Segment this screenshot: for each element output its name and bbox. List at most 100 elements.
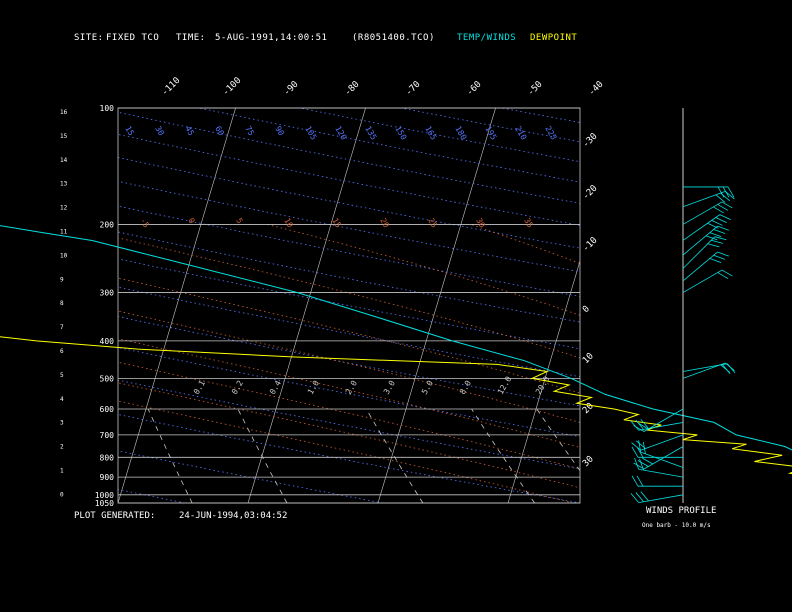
isobar-label: 100	[100, 104, 115, 113]
isotherm-line	[118, 108, 236, 503]
height-km-tick: 12	[60, 205, 68, 212]
wind-barb	[719, 214, 731, 221]
wind-barb	[721, 269, 733, 277]
height-km-tick: 10	[60, 252, 68, 259]
height-km-tick: 0	[60, 491, 64, 498]
dry-adiabat-label: 105	[303, 125, 318, 142]
wind-barb	[715, 217, 727, 223]
wind-barb	[717, 251, 729, 257]
mixing-ratio-line	[237, 408, 288, 503]
mixing-ratio-label: 2.0	[344, 379, 359, 396]
moist-adiabat-line	[118, 277, 580, 394]
moist-adiabat-line	[118, 310, 580, 423]
plot-frame	[117, 107, 581, 504]
dry-adiabat-line	[299, 108, 580, 163]
height-km-tick: 1	[60, 468, 64, 475]
height-km-tick: 14	[60, 157, 68, 164]
mixing-ratio-label: 20.0	[534, 375, 552, 396]
dry-adiabat-line	[118, 347, 580, 438]
wind-barb	[705, 235, 718, 241]
wind-barb	[711, 239, 723, 244]
height-km-tick: 7	[60, 324, 64, 331]
wind-shaft	[682, 269, 723, 293]
dry-adiabat-line	[603, 108, 792, 503]
dry-adiabat-label: 60	[213, 125, 226, 138]
wind-barb	[709, 258, 722, 263]
isotherm-line	[0, 108, 106, 503]
mixing-ratio-line	[706, 409, 784, 503]
wind-barb	[717, 225, 729, 231]
dry-adiabat-line	[118, 258, 580, 350]
dry-adiabat-label: 225	[543, 125, 558, 142]
height-km-tick: 2	[60, 444, 64, 451]
dry-adiabat-line	[118, 205, 580, 297]
dry-adiabat-label: 45	[183, 125, 196, 138]
dry-adiabat-line	[118, 157, 580, 249]
height-km-tick: 3	[60, 420, 64, 427]
dry-adiabat-label: 75	[243, 125, 256, 138]
mixing-ratio-line	[64, 409, 104, 503]
isotherm-label: -110	[160, 76, 182, 98]
mixing-ratio-label: 0.2	[230, 379, 245, 396]
height-km-tick: 11	[60, 229, 68, 236]
isobar-label: 900	[100, 473, 115, 482]
dry-adiabat-line	[118, 316, 580, 407]
height-km-tick: 5	[60, 372, 64, 379]
wind-barb	[631, 446, 639, 458]
isobar-label: 500	[100, 374, 115, 383]
mixing-ratio-line	[536, 408, 580, 472]
isobar-label: 1050	[95, 499, 114, 508]
moist-adiabat-label: 35	[522, 217, 535, 230]
isobar-label: 800	[100, 453, 115, 462]
wind-shaft	[682, 201, 723, 225]
dry-adiabat-line	[704, 108, 792, 503]
dry-adiabat-line	[198, 108, 580, 183]
moist-adiabat-line	[470, 224, 580, 264]
isotherm-label: -10	[581, 236, 600, 255]
wind-shaft	[638, 468, 684, 478]
wind-barb	[631, 475, 639, 487]
dry-adiabat-line	[118, 286, 580, 378]
moist-adiabat-label: 10	[282, 217, 295, 230]
moist-adiabat-line	[267, 224, 580, 316]
isotherm-label: -50	[526, 80, 545, 99]
isotherm-label: 10	[581, 351, 596, 366]
height-km-tick: 8	[60, 300, 64, 307]
mixing-ratio-label: 0.1	[192, 379, 207, 396]
wind-barb	[709, 232, 722, 238]
isobar-label: 300	[100, 289, 115, 298]
dry-adiabat-line	[118, 414, 580, 503]
mixing-ratio-line	[471, 408, 535, 503]
mixing-ratio-label: 1.0	[306, 379, 321, 396]
isotherm-label: -60	[465, 80, 484, 99]
dry-adiabat-line	[118, 111, 580, 204]
moist-adiabat-label: 30	[474, 217, 487, 230]
height-km-tick: 16	[60, 109, 68, 116]
moist-adiabat-label: 15	[330, 217, 343, 230]
temperature-profile-line	[0, 225, 792, 451]
isotherm-label: 30	[581, 454, 596, 469]
dry-adiabat-label: 30	[153, 125, 166, 138]
dry-adiabat-label: 90	[273, 125, 286, 138]
isotherm-line	[247, 108, 366, 503]
isotherm-label: -80	[343, 80, 362, 99]
dry-adiabat-label: 165	[423, 125, 438, 142]
wind-barb	[639, 458, 644, 471]
dry-adiabat-line	[118, 134, 580, 226]
wind-barb	[713, 254, 726, 260]
wind-shaft	[638, 494, 684, 504]
mixing-ratio-line	[781, 409, 792, 503]
dewpoint-profile-line	[0, 336, 792, 475]
dry-adiabat-line	[118, 180, 580, 273]
isotherm-label: -90	[282, 80, 301, 99]
wind-barb	[713, 228, 726, 234]
wind-barb	[717, 272, 729, 279]
wind-shaft	[682, 251, 718, 282]
height-km-tick: 13	[60, 181, 68, 188]
skewt-chart: 10020030040050060070080090010001050-110-…	[0, 76, 792, 508]
moist-adiabat-label: 25	[426, 217, 439, 230]
mixing-ratio-label: 3.0	[382, 379, 397, 396]
moist-adiabat-label: 5	[234, 217, 244, 226]
plot-area	[0, 108, 792, 503]
wind-barb	[717, 204, 729, 211]
